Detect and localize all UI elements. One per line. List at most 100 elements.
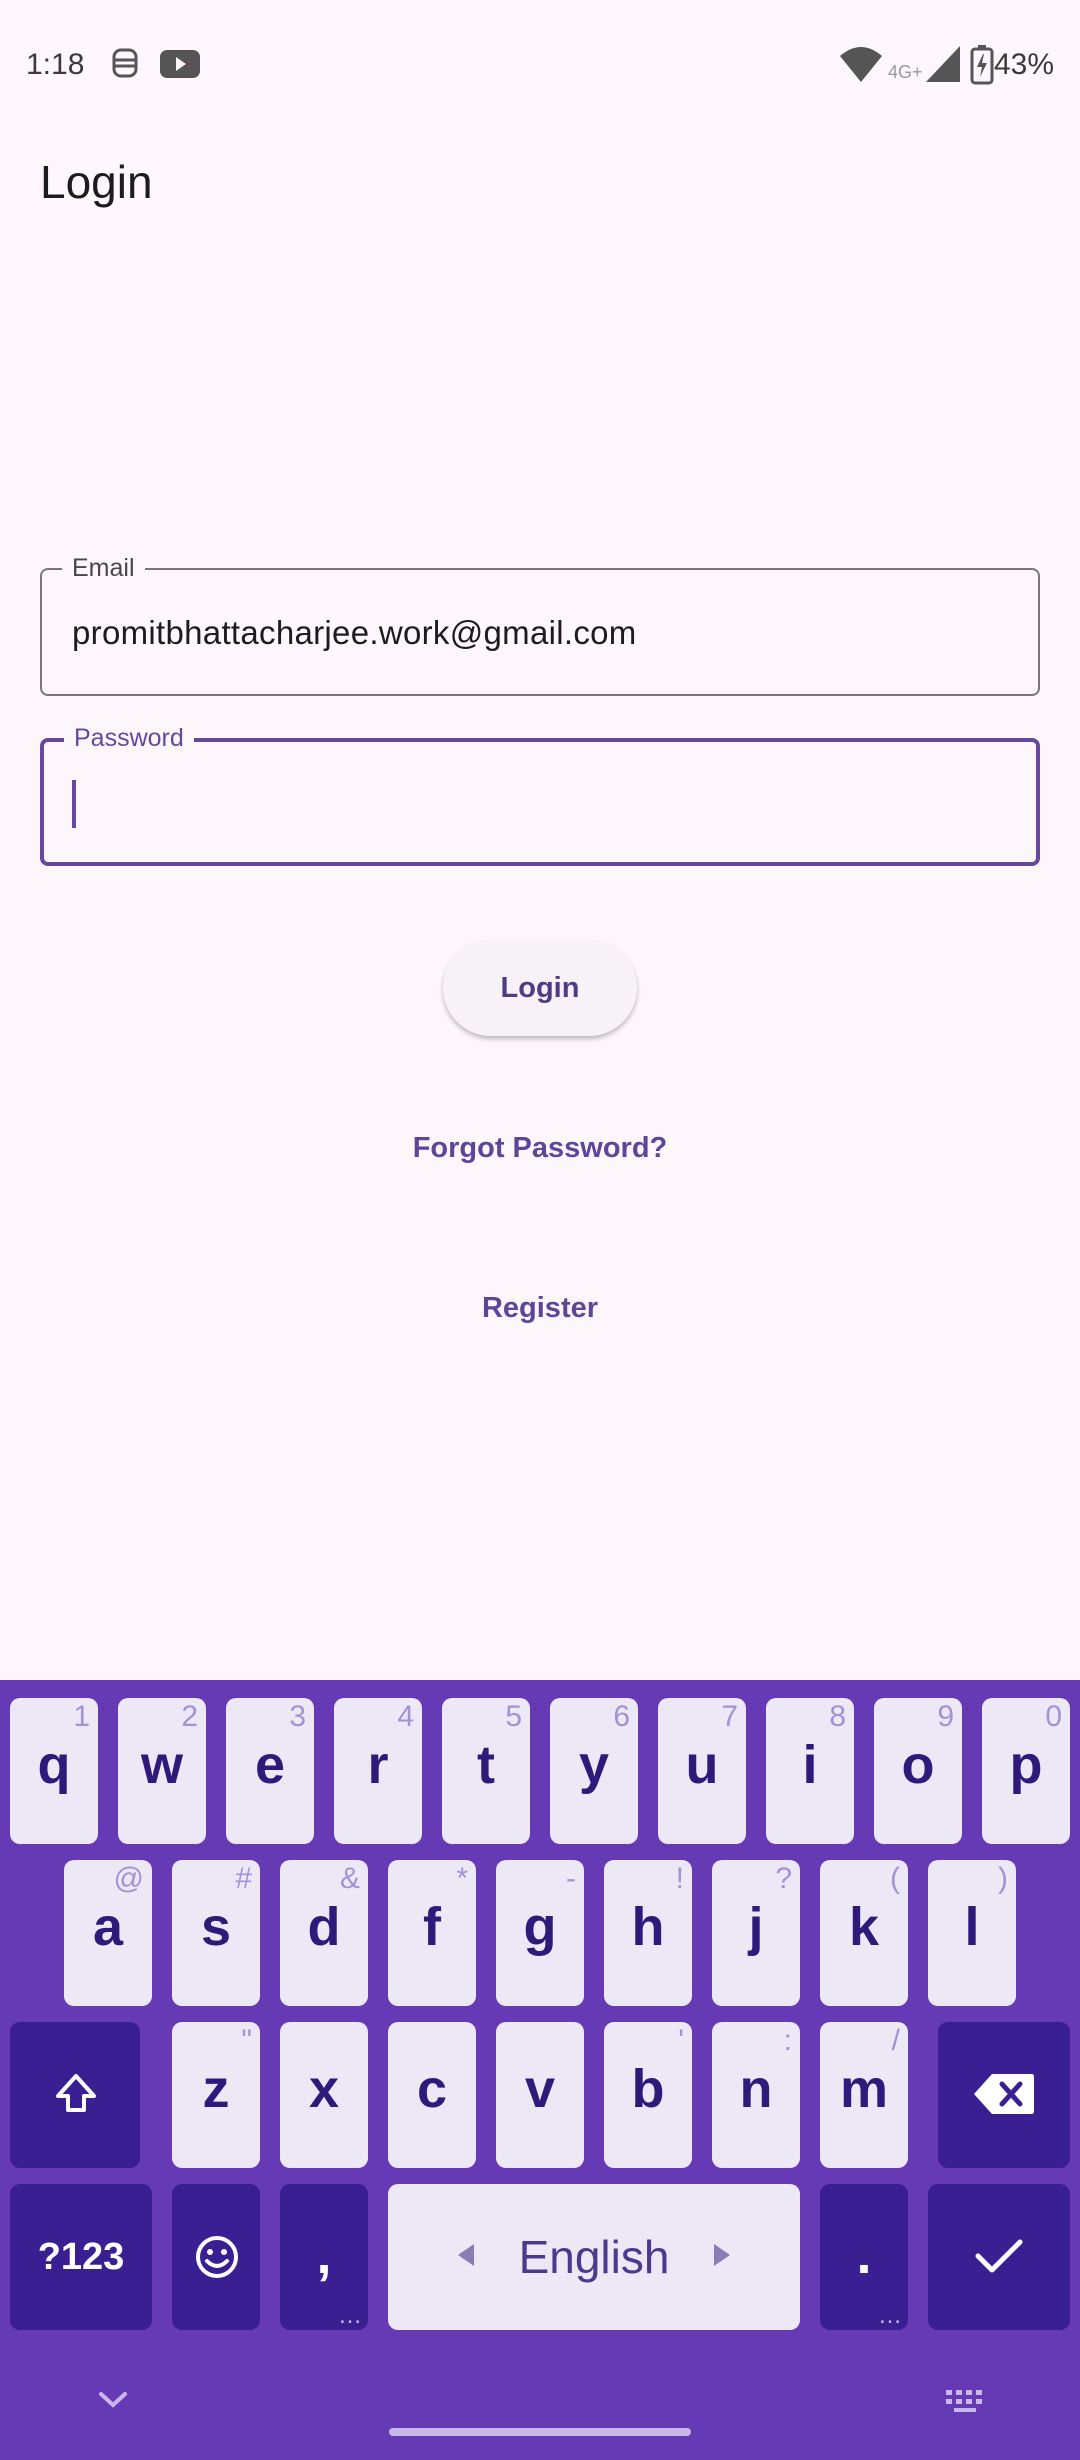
more-dots: …	[878, 2302, 902, 2329]
key-o[interactable]: o9	[874, 1698, 962, 1844]
key-hint: 5	[505, 1700, 522, 1733]
key-i[interactable]: i8	[766, 1698, 854, 1844]
key-m[interactable]: m /	[820, 2022, 908, 2168]
key-hint: )	[998, 1862, 1008, 1895]
key-hint: /	[891, 2024, 900, 2057]
emoji-key[interactable]	[172, 2184, 260, 2330]
key-label: d	[307, 1897, 341, 1957]
login-button-label: Login	[500, 971, 580, 1004]
key-hint: (	[890, 1862, 900, 1895]
key-label: n	[739, 2059, 773, 2119]
key-hint: 6	[613, 1700, 630, 1733]
keyboard: q1w2e3r4t5y6u7i8o9p0 a @ s # d & f * g - h! j? k(l) …	[0, 1680, 1080, 2460]
youtube-icon	[158, 46, 202, 85]
login-button[interactable]: Login	[443, 940, 637, 1036]
key-x[interactable]: x	[280, 2022, 368, 2168]
gesture-nav-bar[interactable]	[389, 2428, 691, 2436]
backspace-icon	[972, 2072, 1036, 2121]
key-hint: #	[235, 1862, 252, 1895]
symbols-key[interactable]: ?123	[10, 2184, 152, 2330]
key-hint: &	[339, 1862, 360, 1895]
checkmark-icon	[974, 2236, 1024, 2281]
key-hint: @	[113, 1862, 144, 1895]
key-hint: 7	[721, 1700, 738, 1733]
page-title: Login	[40, 156, 153, 208]
key-label: s	[200, 1897, 232, 1957]
key-hint: :	[783, 2024, 792, 2057]
key-r[interactable]: r4	[334, 1698, 422, 1844]
key-b[interactable]: b '	[604, 2022, 692, 2168]
email-value: promitbhattacharjee.work@gmail.com	[72, 614, 637, 651]
forgot-password-link[interactable]: Forgot Password?	[0, 1132, 1080, 1165]
key-label: y	[578, 1735, 610, 1795]
comma-key-label: ,	[316, 2225, 332, 2285]
key-l[interactable]: l)	[928, 1860, 1016, 2006]
key-y[interactable]: y6	[550, 1698, 638, 1844]
key-z[interactable]: z "	[172, 2022, 260, 2168]
key-n[interactable]: n:	[712, 2022, 800, 2168]
comma-key[interactable]: , …	[280, 2184, 368, 2330]
key-label: m	[839, 2059, 888, 2119]
key-e[interactable]: e3	[226, 1698, 314, 1844]
emoji-icon	[194, 2234, 240, 2285]
key-s[interactable]: s #	[172, 1860, 260, 2006]
key-hint: 8	[829, 1700, 846, 1733]
key-hint: !	[675, 1862, 684, 1895]
status-bar: 1:18 4G+ 43%	[0, 0, 1080, 132]
symbols-key-label: ?123	[37, 2236, 125, 2278]
key-label: g	[523, 1897, 557, 1957]
key-label: e	[254, 1735, 286, 1795]
wifi-icon	[838, 44, 884, 89]
key-label: r	[367, 1735, 389, 1795]
email-field[interactable]: Email promitbhattacharjee.work@gmail.com	[40, 553, 1040, 696]
key-d[interactable]: d &	[280, 1860, 368, 2006]
key-label: l	[964, 1897, 980, 1957]
key-k[interactable]: k(	[820, 1860, 908, 2006]
backspace-key[interactable]	[938, 2022, 1070, 2168]
key-h[interactable]: h!	[604, 1860, 692, 2006]
key-f[interactable]: f *	[388, 1860, 476, 2006]
key-c[interactable]: c	[388, 2022, 476, 2168]
battery-percent: 43%	[993, 48, 1054, 81]
face-icon	[108, 46, 142, 85]
key-j[interactable]: j?	[712, 1860, 800, 2006]
space-key[interactable]: English	[388, 2184, 800, 2330]
key-hint: 2	[181, 1700, 198, 1733]
key-a[interactable]: a @	[64, 1860, 152, 2006]
key-u[interactable]: u7	[658, 1698, 746, 1844]
key-g[interactable]: g-	[496, 1860, 584, 2006]
password-label: Password	[64, 723, 194, 753]
hide-keyboard-chevron-icon[interactable]	[98, 2390, 128, 2415]
key-hint: 0	[1045, 1700, 1062, 1733]
keyboard-switch-icon[interactable]	[944, 2388, 988, 2419]
key-label: f	[423, 1897, 441, 1957]
shift-key[interactable]	[10, 2022, 140, 2168]
key-hint: "	[241, 2024, 252, 2057]
key-q[interactable]: q1	[10, 1698, 98, 1844]
key-label: t	[477, 1735, 495, 1795]
key-label: z	[202, 2059, 230, 2119]
chevron-right-icon	[712, 2242, 732, 2273]
register-link[interactable]: Register	[0, 1292, 1080, 1325]
key-label: p	[1009, 1735, 1043, 1795]
signal-icon	[924, 44, 962, 89]
key-hint: 9	[937, 1700, 954, 1733]
period-key[interactable]: . …	[820, 2184, 908, 2330]
more-dots: …	[338, 2302, 362, 2329]
key-t[interactable]: t5	[442, 1698, 530, 1844]
key-label: x	[308, 2059, 340, 2119]
password-field[interactable]: Password	[40, 723, 1040, 866]
key-label: c	[416, 2059, 448, 2119]
key-hint: -	[566, 1862, 576, 1895]
key-label: b	[631, 2059, 665, 2119]
text-cursor	[72, 780, 76, 828]
key-v[interactable]: v	[496, 2022, 584, 2168]
battery-charging-icon	[970, 44, 996, 91]
key-label: k	[848, 1897, 880, 1957]
key-label: u	[685, 1735, 719, 1795]
key-w[interactable]: w2	[118, 1698, 206, 1844]
space-key-label: English	[518, 2231, 670, 2283]
key-p[interactable]: p0	[982, 1698, 1070, 1844]
key-label: h	[631, 1897, 665, 1957]
done-key[interactable]	[928, 2184, 1070, 2330]
